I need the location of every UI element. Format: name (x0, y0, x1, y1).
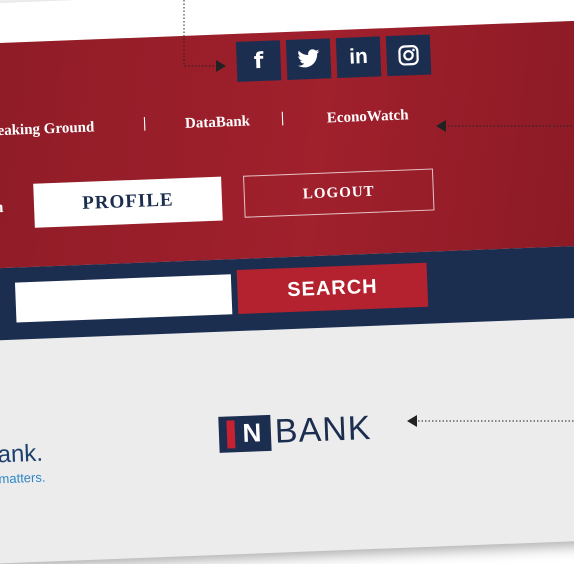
linkedin-icon[interactable]: in (335, 36, 382, 79)
inbank-mark-icon: N (218, 414, 272, 453)
account-label: om (0, 198, 4, 217)
social-links: f in (235, 34, 432, 82)
logout-button[interactable]: LOGOUT (243, 168, 435, 218)
sponsor-left-tagline: matters. (0, 469, 46, 487)
nav-separator: | (280, 110, 285, 127)
inbank-wordmark: BANK (274, 409, 373, 451)
nav-item-econowatch[interactable]: EconoWatch (327, 107, 409, 127)
facebook-icon[interactable]: f (235, 40, 282, 82)
profile-button[interactable]: PROFILE (33, 176, 223, 228)
nav-item-breaking-ground[interactable]: Breaking Ground (0, 119, 95, 140)
twitter-icon[interactable] (285, 38, 332, 80)
sponsor-logo-left: ank. matters. (0, 440, 46, 487)
nav-separator: | (142, 115, 147, 132)
sponsor-left-name: ank. (0, 439, 44, 469)
search-input[interactable] (14, 274, 233, 323)
inbank-logo: N BANK (218, 409, 372, 454)
nav-item-databank[interactable]: DataBank (185, 113, 251, 132)
instagram-icon[interactable] (385, 34, 432, 77)
screenshot-page: f in Breaking Ground | DataBank | EconoW… (0, 0, 574, 564)
search-button[interactable]: SEARCH (236, 262, 429, 315)
